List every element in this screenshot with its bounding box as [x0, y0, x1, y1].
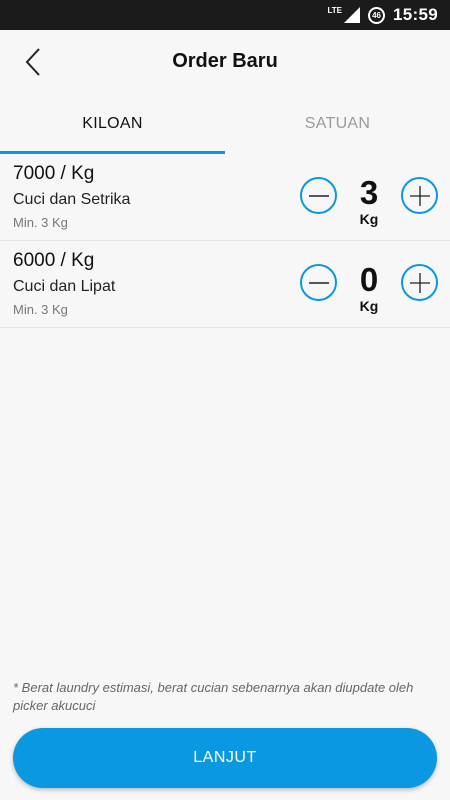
decrease-button[interactable] — [300, 264, 337, 301]
quantity-value: 3 — [359, 174, 379, 211]
tab-kiloan[interactable]: KILOAN — [0, 94, 225, 154]
quantity-unit: Kg — [359, 211, 379, 227]
page-title: Order Baru — [172, 50, 278, 72]
increase-button[interactable] — [401, 177, 438, 214]
quantity-display: 0 Kg — [345, 261, 393, 313]
battery-level: 46 — [372, 10, 381, 20]
list-item: 7000 / Kg Cuci dan Setrika Min. 3 Kg 3 K… — [0, 154, 450, 241]
signal-icon — [344, 7, 361, 23]
plus-icon — [409, 272, 430, 293]
quantity-stepper: 3 Kg — [300, 174, 438, 230]
minus-icon — [308, 281, 329, 284]
next-button[interactable]: LANJUT — [13, 728, 437, 788]
status-bar: LTE 46 15:59 — [0, 0, 450, 30]
network-type: LTE — [327, 5, 343, 15]
increase-button[interactable] — [401, 264, 438, 301]
quantity-unit: Kg — [359, 298, 379, 314]
tab-satuan[interactable]: SATUAN — [225, 94, 450, 154]
quantity-stepper: 0 Kg — [300, 261, 438, 317]
plus-icon — [409, 185, 430, 206]
estimate-note: * Berat laundry estimasi, berat cucian s… — [13, 680, 414, 713]
service-list: 7000 / Kg Cuci dan Setrika Min. 3 Kg 3 K… — [0, 154, 450, 328]
quantity-display: 3 Kg — [345, 174, 393, 226]
app-bar: Order Baru — [0, 30, 450, 94]
status-clock: 15:59 — [393, 5, 438, 24]
minus-icon — [308, 194, 329, 197]
list-item: 6000 / Kg Cuci dan Lipat Min. 3 Kg 0 Kg — [0, 241, 450, 328]
tab-bar: KILOAN SATUAN — [0, 94, 450, 154]
quantity-value: 0 — [359, 261, 379, 298]
battery-icon: 46 — [368, 6, 386, 24]
decrease-button[interactable] — [300, 177, 337, 214]
